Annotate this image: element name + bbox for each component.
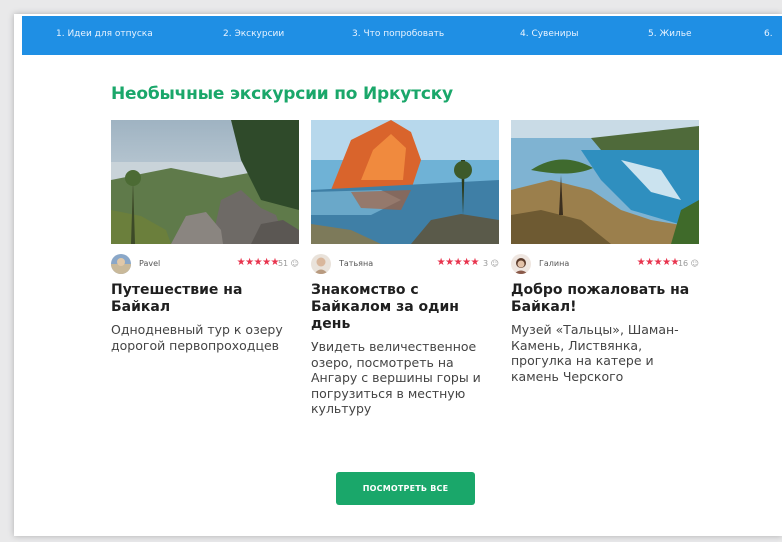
avatar-image bbox=[311, 254, 331, 274]
rating-stars: ★★★★★ bbox=[236, 257, 280, 268]
rating-stars: ★★★★★ bbox=[636, 257, 680, 268]
excursion-photo[interactable] bbox=[511, 120, 699, 244]
top-navigation: 1. Идеи для отпуска 2. Экскурсии 3. Что … bbox=[22, 16, 782, 55]
section-title: Необычные экскурсии по Иркутску bbox=[111, 84, 453, 104]
review-count: 51 ☺ bbox=[277, 259, 299, 268]
page-frame: 1. Идеи для отпуска 2. Экскурсии 3. Что … bbox=[14, 14, 782, 536]
card-description: Увидеть величественное озеро, посмотреть… bbox=[311, 339, 481, 416]
card-title[interactable]: Знакомство с Байкалом за один день bbox=[311, 282, 499, 333]
card-description: Музей «Тальцы», Шаман-Камень, Листвянка,… bbox=[511, 322, 679, 384]
card-meta: Галина ★★★★★ 16 ☺ bbox=[511, 250, 701, 278]
nav-item-what-to-try[interactable]: 3. Что попробовать bbox=[352, 29, 444, 39]
avatar-image bbox=[111, 254, 131, 274]
nav-item-vacation-ideas[interactable]: 1. Идеи для отпуска bbox=[56, 29, 153, 39]
card-title[interactable]: Добро пожаловать на Байкал! bbox=[511, 282, 699, 316]
excursion-photo[interactable] bbox=[311, 120, 499, 244]
nav-item-6[interactable]: 6. bbox=[764, 29, 773, 39]
excursion-photo-image bbox=[511, 120, 699, 244]
excursion-photo-image bbox=[111, 120, 299, 244]
card-meta: Татьяна ★★★★★ 3 ☺ bbox=[311, 250, 501, 278]
author-name[interactable]: Галина bbox=[539, 259, 569, 268]
card-description: Однодневный тур к озеру дорогой первопро… bbox=[111, 322, 283, 353]
nav-item-housing[interactable]: 5. Жилье bbox=[648, 29, 692, 39]
avatar[interactable] bbox=[311, 254, 331, 274]
excursion-card[interactable]: Татьяна ★★★★★ 3 ☺ Знакомство с Байкалом … bbox=[311, 120, 501, 417]
card-title[interactable]: Путешествие на Байкал bbox=[111, 282, 299, 316]
review-count: 16 ☺ bbox=[677, 259, 699, 268]
avatar[interactable] bbox=[111, 254, 131, 274]
author-name[interactable]: Татьяна bbox=[339, 259, 373, 268]
nav-item-excursions[interactable]: 2. Экскурсии bbox=[223, 29, 284, 39]
excursion-photo[interactable] bbox=[111, 120, 299, 244]
view-all-button[interactable]: ПОСМОТРЕТЬ ВСЕ bbox=[336, 472, 475, 505]
author-name[interactable]: Pavel bbox=[139, 259, 160, 268]
review-count: 3 ☺ bbox=[483, 259, 499, 268]
rating-stars: ★★★★★ bbox=[436, 257, 480, 268]
nav-item-souvenirs[interactable]: 4. Сувениры bbox=[520, 29, 578, 39]
card-meta: Pavel ★★★★★ 51 ☺ bbox=[111, 250, 301, 278]
excursion-photo-image bbox=[311, 120, 499, 244]
avatar-image bbox=[511, 254, 531, 274]
excursion-card[interactable]: Галина ★★★★★ 16 ☺ Добро пожаловать на Ба… bbox=[511, 120, 701, 384]
excursion-card[interactable]: Pavel ★★★★★ 51 ☺ Путешествие на Байкал О… bbox=[111, 120, 301, 353]
avatar[interactable] bbox=[511, 254, 531, 274]
